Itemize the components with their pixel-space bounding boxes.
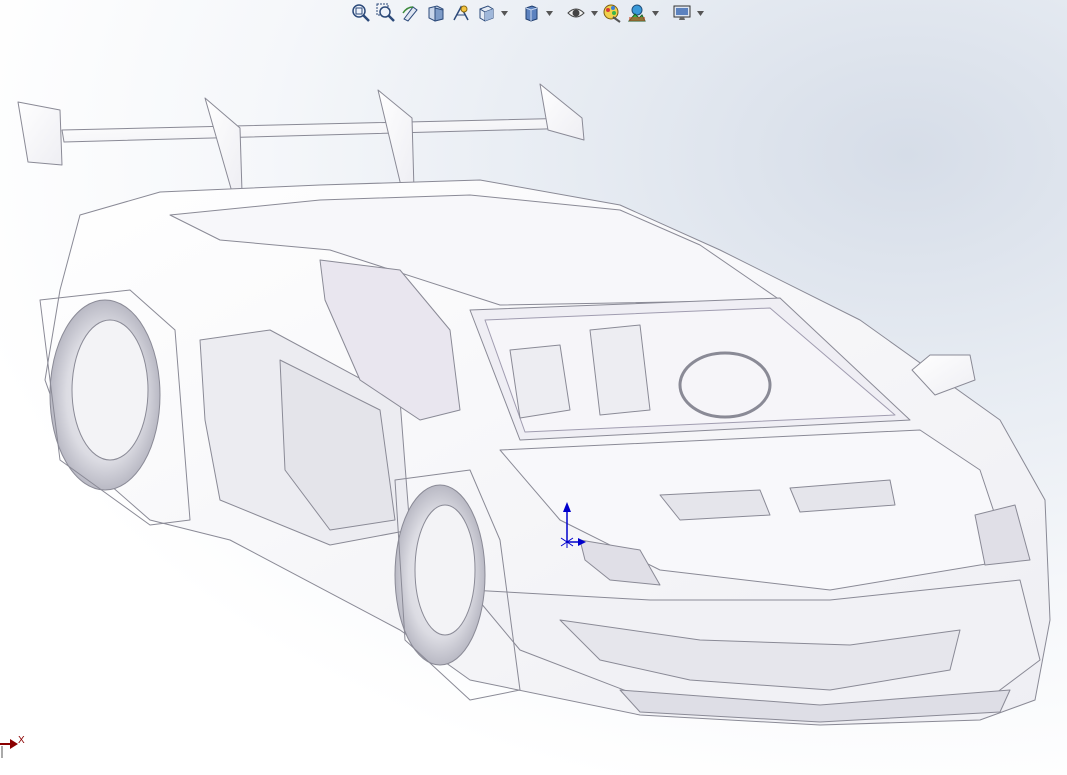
dynamic-annotation-icon: [453, 5, 469, 21]
previous-view-button[interactable]: [400, 2, 422, 24]
section-view-button[interactable]: [425, 2, 447, 24]
display-style-button[interactable]: [520, 2, 542, 24]
view-orientation-icon: [479, 5, 494, 22]
section-view-icon: [428, 5, 444, 22]
chevron-down-icon: [696, 10, 704, 16]
hide-show-items-button[interactable]: [565, 2, 587, 24]
display-style-dropdown[interactable]: [545, 2, 553, 24]
triad-x-label: X: [18, 735, 25, 746]
zoom-to-area-icon: [376, 3, 395, 22]
reference-triad-icon: [0, 739, 18, 758]
car-model[interactable]: [0, 0, 1067, 775]
zoom-to-fit-icon: [352, 4, 370, 22]
view-orientation-button[interactable]: [475, 2, 497, 24]
hide-show-items-icon: [567, 8, 585, 18]
zoom-to-fit-button[interactable]: [350, 2, 372, 24]
hide-show-items-dropdown[interactable]: [590, 2, 598, 24]
edit-appearance-button[interactable]: [601, 2, 623, 24]
display-style-icon: [525, 5, 538, 22]
chevron-down-icon: [545, 10, 553, 16]
edit-appearance-icon: [603, 4, 621, 23]
origin-marker-icon: [560, 502, 586, 548]
view-settings-icon: [673, 5, 691, 20]
view-settings-dropdown[interactable]: [696, 2, 704, 24]
heads-up-view-toolbar: [350, 2, 704, 24]
view-orientation-dropdown[interactable]: [500, 2, 508, 24]
apply-scene-button[interactable]: [626, 2, 648, 24]
chevron-down-icon: [500, 10, 508, 16]
apply-scene-icon: [627, 4, 646, 22]
chevron-down-icon: [651, 10, 659, 16]
graphics-area[interactable]: X: [0, 0, 1067, 775]
dynamic-annotation-button[interactable]: [450, 2, 472, 24]
view-settings-button[interactable]: [671, 2, 693, 24]
previous-view-icon: [402, 6, 418, 22]
zoom-to-area-button[interactable]: [375, 2, 397, 24]
chevron-down-icon: [590, 10, 598, 16]
apply-scene-dropdown[interactable]: [651, 2, 659, 24]
